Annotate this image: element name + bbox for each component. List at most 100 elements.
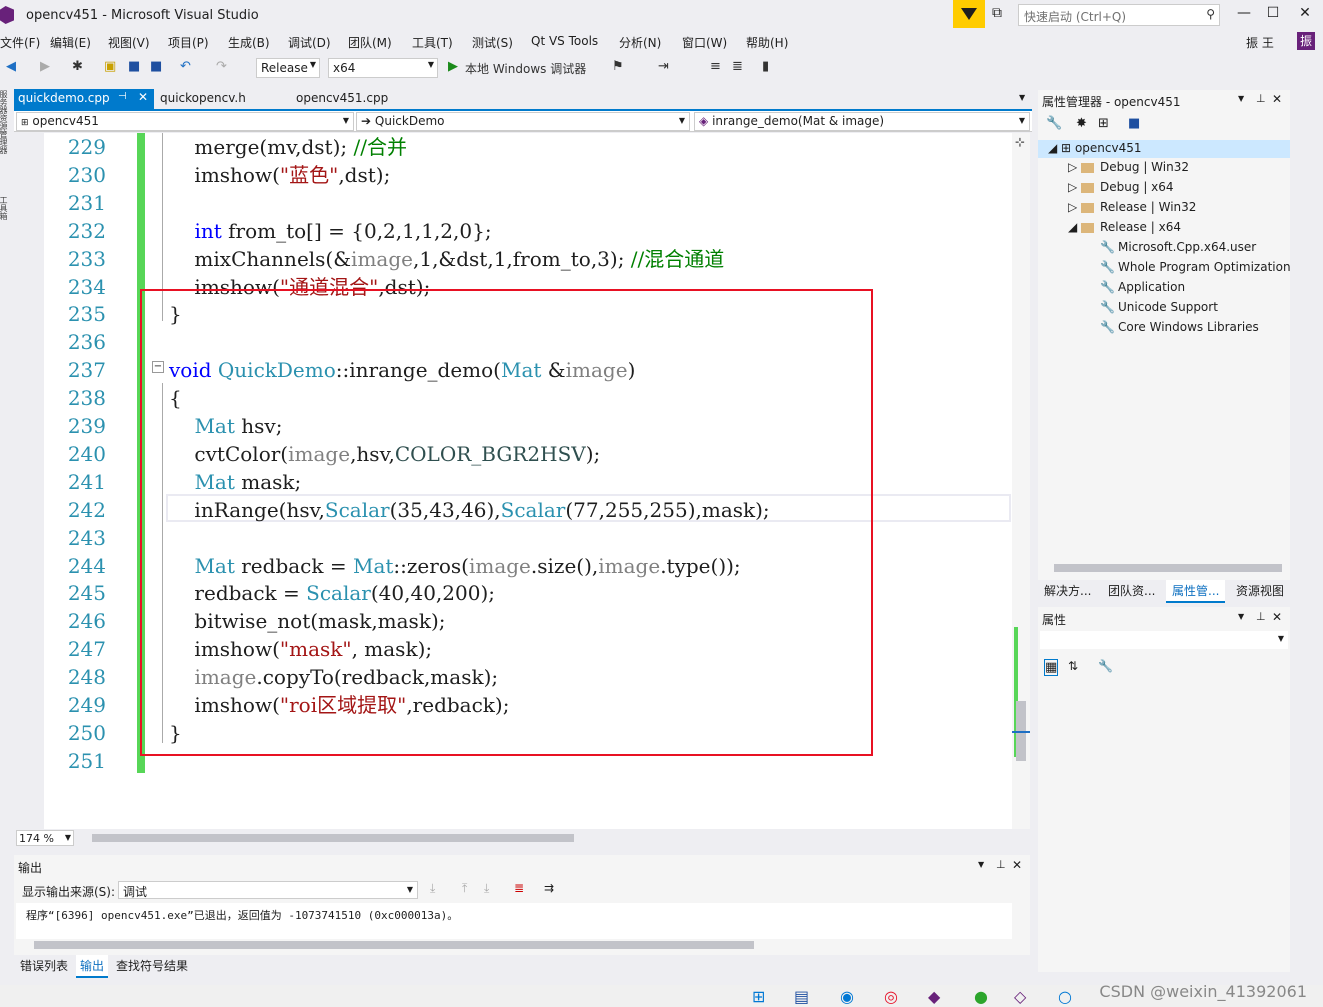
store-icon[interactable]: ▤: [794, 987, 809, 1006]
tab-quickdemo-cpp[interactable]: quickdemo.cpp ⊣ ✕: [14, 89, 154, 109]
close-icon[interactable]: ✕: [1272, 92, 1282, 106]
pin-icon[interactable]: ⊣: [118, 91, 127, 102]
menu-help[interactable]: 帮助(H): [746, 34, 788, 51]
menu-build[interactable]: 生成(B): [228, 34, 270, 51]
menu-debug[interactable]: 调试(D): [288, 34, 331, 51]
feedback-filter-button[interactable]: [953, 0, 985, 28]
add-property-sheet-icon[interactable]: ✸: [1076, 116, 1087, 131]
app-icon[interactable]: ●: [974, 987, 988, 1006]
property-pages-icon[interactable]: 🔧: [1098, 659, 1113, 673]
user-avatar[interactable]: 振: [1297, 32, 1315, 50]
previous-message-icon[interactable]: ⤒: [462, 881, 467, 896]
close-icon[interactable]: ✕: [138, 90, 148, 104]
maximize-button[interactable]: ☐: [1263, 5, 1283, 21]
code-line[interactable]: 230 imshow("蓝色",dst);: [14, 161, 1012, 189]
tree-item-sheet[interactable]: 🔧 Microsoft.Cpp.x64.user: [1100, 240, 1256, 254]
menu-test[interactable]: 测试(S): [472, 34, 513, 51]
menu-window[interactable]: 窗口(W): [682, 34, 727, 51]
scope-dropdown[interactable]: ➔ QuickDemo ▼: [356, 112, 690, 131]
zoom-select[interactable]: 174 % ▼: [16, 830, 74, 846]
quick-launch-input[interactable]: 快速启动 (Ctrl+Q) ⚲: [1018, 4, 1220, 26]
tab-error-list[interactable]: 错误列表: [20, 957, 68, 974]
platform-select[interactable]: x64 ▼: [328, 58, 438, 78]
tab-solution-explorer[interactable]: 解决方...: [1044, 582, 1091, 599]
tree-item-config[interactable]: ▷ Release | Win32: [1068, 200, 1196, 214]
visual-studio-installer-icon[interactable]: ◇: [1014, 987, 1026, 1006]
undo-icon[interactable]: ↶: [180, 59, 191, 74]
menu-qt-vs-tools[interactable]: Qt VS Tools: [531, 34, 598, 48]
notifications-icon[interactable]: ⧉: [992, 5, 1002, 21]
output-horizontal-scroll-thumb[interactable]: [34, 941, 754, 949]
categorized-icon[interactable]: ▦: [1044, 659, 1059, 676]
new-project-icon[interactable]: ✱: [72, 59, 83, 74]
next-message-icon[interactable]: ⤓: [484, 881, 489, 896]
attach-icon[interactable]: ⚑: [612, 59, 624, 74]
tree-item-root[interactable]: ◢ ⊞ opencv451: [1038, 140, 1290, 158]
server-explorer-tab[interactable]: 服务器资源管理器: [0, 90, 9, 180]
tab-opencv451-cpp[interactable]: opencv451.cpp: [292, 89, 392, 109]
play-icon[interactable]: ▶: [448, 59, 458, 74]
project-dropdown[interactable]: ⊞ opencv451 ▼: [16, 112, 354, 131]
pin-icon[interactable]: ⊥: [1256, 92, 1266, 105]
start-icon[interactable]: ⊞: [752, 987, 765, 1006]
tree-item-sheet[interactable]: 🔧 Whole Program Optimization: [1100, 260, 1291, 274]
menu-view[interactable]: 视图(V): [108, 34, 150, 51]
properties-object-select[interactable]: ▼: [1040, 631, 1288, 649]
open-file-icon[interactable]: ▣: [104, 59, 116, 74]
code-line[interactable]: 232 int from_to[] = {0,2,1,1,2,0};: [14, 217, 1012, 245]
uncomment-icon[interactable]: ≣: [732, 59, 743, 74]
output-source-select[interactable]: 调试 ▼: [118, 881, 418, 899]
tree-item-config[interactable]: ▷ Debug | Win32: [1068, 160, 1189, 174]
chevron-down-icon[interactable]: ▼: [978, 860, 984, 869]
editor-horizontal-scrollbar[interactable]: 174 % ▼: [14, 829, 1012, 847]
chevron-down-icon[interactable]: ▼: [1238, 94, 1244, 103]
tab-find-symbol-results[interactable]: 查找符号结果: [116, 957, 188, 974]
configuration-select[interactable]: Release ▼: [256, 58, 320, 78]
menu-project[interactable]: 项目(P): [168, 34, 209, 51]
close-icon[interactable]: ✕: [1272, 610, 1282, 624]
add-existing-sheet-icon[interactable]: ⊞: [1098, 116, 1109, 131]
tree-item-sheet[interactable]: 🔧 Core Windows Libraries: [1100, 320, 1259, 334]
editor-vertical-scrollbar[interactable]: ⊹: [1012, 133, 1030, 829]
code-editor[interactable]: 229 merge(mv,dst); //合并 230 imshow("蓝色",d…: [14, 133, 1012, 829]
save-all-icon[interactable]: ■: [150, 59, 162, 74]
clear-all-icon[interactable]: ≣: [514, 881, 524, 895]
pin-icon[interactable]: ⊥: [996, 858, 1006, 871]
output-text-area[interactable]: 程序“[6396] opencv451.exe”已退出，返回值为 -107374…: [16, 903, 1012, 939]
tab-resource-view[interactable]: 资源视图: [1236, 582, 1284, 599]
tab-team-explorer[interactable]: 团队资...: [1108, 582, 1155, 599]
code-line[interactable]: 231: [14, 189, 1012, 217]
horizontal-scroll-thumb[interactable]: [92, 834, 574, 842]
code-line[interactable]: 229 merge(mv,dst); //合并: [14, 133, 1012, 161]
alphabetical-icon[interactable]: ⇅: [1068, 659, 1078, 673]
back-icon[interactable]: ◀: [6, 59, 16, 74]
search-icon[interactable]: ○: [1058, 987, 1072, 1006]
split-icon[interactable]: ⊹: [1015, 135, 1025, 149]
tab-output[interactable]: 输出: [76, 955, 109, 978]
menu-edit[interactable]: 编辑(E): [50, 34, 91, 51]
forward-icon[interactable]: ▶: [40, 59, 50, 74]
find-message-icon[interactable]: ⤓: [430, 881, 435, 896]
pin-icon[interactable]: ⊥: [1256, 610, 1266, 623]
close-icon[interactable]: ✕: [1012, 858, 1022, 872]
save-icon[interactable]: ■: [128, 59, 140, 74]
toolbox-tab[interactable]: 工具箱: [0, 196, 9, 236]
close-button[interactable]: ✕: [1295, 5, 1315, 21]
comment-icon[interactable]: ≡: [710, 59, 721, 74]
bookmark-icon[interactable]: ▮: [762, 59, 769, 74]
weibo-icon[interactable]: ◎: [884, 987, 898, 1006]
chevron-down-icon[interactable]: ▼: [1238, 612, 1244, 621]
save-icon[interactable]: ■: [1128, 116, 1140, 131]
edge-icon[interactable]: ◉: [840, 987, 854, 1006]
minimize-button[interactable]: —: [1234, 5, 1254, 21]
member-dropdown[interactable]: ◈ inrange_demo(Mat & image) ▼: [694, 112, 1030, 131]
visual-studio-icon[interactable]: ◆: [928, 987, 940, 1006]
tree-item-config[interactable]: ▷ Debug | x64: [1068, 180, 1174, 194]
properties-icon[interactable]: 🔧: [1046, 116, 1062, 131]
tree-item-config[interactable]: ◢ Release | x64: [1068, 220, 1181, 234]
step-icon[interactable]: ⇥: [658, 59, 669, 74]
tree-item-sheet[interactable]: 🔧 Application: [1100, 280, 1185, 294]
tab-quickopencv-h[interactable]: quickopencv.h: [156, 89, 250, 109]
menu-analyze[interactable]: 分析(N): [619, 34, 661, 51]
tree-item-sheet[interactable]: 🔧 Unicode Support: [1100, 300, 1218, 314]
